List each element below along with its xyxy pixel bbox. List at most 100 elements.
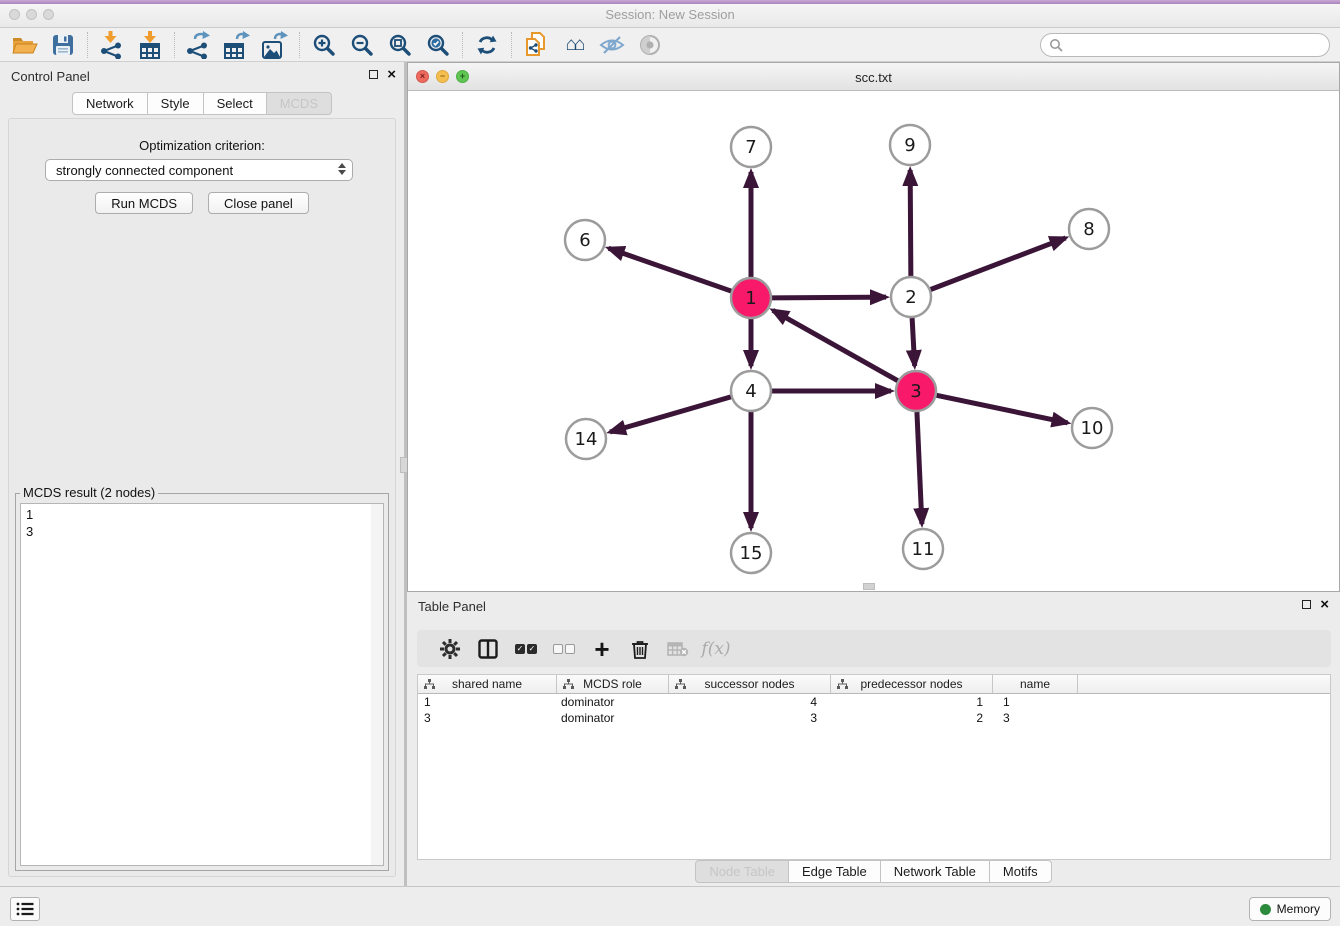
- clone-network-icon: [523, 31, 549, 59]
- column-header-shared-name[interactable]: shared name: [418, 675, 557, 693]
- tab-style[interactable]: Style: [148, 92, 204, 115]
- close-panel-button[interactable]: Close panel: [208, 192, 309, 214]
- column-header-successor-nodes[interactable]: successor nodes: [669, 675, 831, 693]
- run-mcds-button[interactable]: Run MCDS: [95, 192, 193, 214]
- search-box[interactable]: [1040, 33, 1330, 57]
- graph-node-11[interactable]: 11: [903, 529, 943, 569]
- zoom-in-button[interactable]: [305, 30, 343, 60]
- edge-1-2[interactable]: [772, 297, 886, 298]
- export-image-icon: [261, 31, 289, 59]
- cell-predecessor-nodes[interactable]: 1: [831, 694, 993, 710]
- apply-layout-button[interactable]: [468, 30, 506, 60]
- table-row[interactable]: 3 dominator 3 2 3: [418, 710, 1330, 726]
- column-header-mcds-role[interactable]: MCDS role: [557, 675, 669, 693]
- graph-node-9[interactable]: 9: [890, 125, 930, 165]
- network-canvas[interactable]: 7 9 6 8 1 2 4 3 14 10 15 11: [408, 91, 1339, 591]
- close-table-panel-icon[interactable]: ×: [1320, 599, 1329, 610]
- show-all-button[interactable]: [631, 30, 669, 60]
- open-file-button[interactable]: [6, 30, 44, 60]
- search-input[interactable]: [1068, 38, 1321, 52]
- tab-network-table[interactable]: Network Table: [881, 860, 990, 883]
- criterion-dropdown[interactable]: strongly connected component: [45, 159, 353, 181]
- function-builder-button[interactable]: f(x): [697, 634, 735, 664]
- deselect-all-button[interactable]: [545, 634, 583, 664]
- select-all-button[interactable]: ✓✓: [507, 634, 545, 664]
- delete-button[interactable]: [621, 634, 659, 664]
- horizontal-scrollbar-thumb[interactable]: [863, 583, 875, 590]
- graph-node-2[interactable]: 2: [891, 277, 931, 317]
- save-session-button[interactable]: [44, 30, 82, 60]
- tab-network[interactable]: Network: [72, 92, 148, 115]
- float-panel-icon[interactable]: [369, 70, 378, 79]
- graph-node-8[interactable]: 8: [1069, 209, 1109, 249]
- cell-successor-nodes[interactable]: 4: [669, 694, 831, 710]
- edge-1-6[interactable]: [609, 248, 732, 291]
- graph-node-7[interactable]: 7: [731, 127, 771, 167]
- graph-node-15[interactable]: 15: [731, 533, 771, 573]
- cell-predecessor-nodes[interactable]: 2: [831, 710, 993, 726]
- tab-edge-table[interactable]: Edge Table: [789, 860, 881, 883]
- export-network-button[interactable]: [180, 30, 218, 60]
- tab-select[interactable]: Select: [204, 92, 267, 115]
- show-columns-button[interactable]: [469, 634, 507, 664]
- graph-node-6[interactable]: 6: [565, 220, 605, 260]
- add-button[interactable]: +: [583, 634, 621, 664]
- home-button[interactable]: ⌂⌂: [555, 30, 593, 60]
- edge-2-8[interactable]: [931, 238, 1066, 290]
- mcds-result-group: MCDS result (2 nodes) 1 3: [15, 493, 389, 871]
- table-tabs: Node Table Edge Table Network Table Moti…: [407, 860, 1340, 883]
- svg-text:9: 9: [904, 135, 915, 156]
- dropdown-stepper-icon: [338, 163, 346, 175]
- memory-button[interactable]: Memory: [1249, 897, 1331, 921]
- cell-mcds-role[interactable]: dominator: [557, 694, 669, 710]
- tab-motifs[interactable]: Motifs: [990, 860, 1052, 883]
- graph-node-3[interactable]: 3: [896, 371, 936, 411]
- svg-text:4: 4: [745, 381, 756, 402]
- mcds-result-text[interactable]: 1 3: [20, 503, 384, 866]
- graph-node-14[interactable]: 14: [566, 419, 606, 459]
- zoom-selected-button[interactable]: [419, 30, 457, 60]
- tab-mcds[interactable]: MCDS: [267, 92, 332, 115]
- zoom-fit-button[interactable]: [381, 30, 419, 60]
- table-row[interactable]: 1 dominator 4 1 1: [418, 694, 1330, 710]
- task-history-button[interactable]: [10, 897, 40, 921]
- export-table-button[interactable]: [218, 30, 256, 60]
- float-table-panel-icon[interactable]: [1302, 600, 1311, 609]
- result-scrollbar[interactable]: [371, 504, 383, 865]
- import-table-button[interactable]: [131, 30, 169, 60]
- edge-4-14[interactable]: [610, 397, 731, 432]
- tab-node-table[interactable]: Node Table: [695, 860, 789, 883]
- clone-network-button[interactable]: [517, 30, 555, 60]
- houses-icon: ⌂⌂: [566, 35, 583, 54]
- cell-name[interactable]: 3: [993, 710, 1078, 726]
- column-header-predecessor-nodes[interactable]: predecessor nodes: [831, 675, 993, 693]
- column-header-name[interactable]: name: [993, 675, 1078, 693]
- eye-slash-icon: [599, 35, 625, 55]
- network-window-titlebar[interactable]: × − + scc.txt: [408, 63, 1339, 91]
- edge-2-9[interactable]: [910, 170, 911, 276]
- table-settings-button[interactable]: [431, 634, 469, 664]
- cell-shared-name[interactable]: 3: [418, 710, 557, 726]
- graph-node-10[interactable]: 10: [1072, 408, 1112, 448]
- cell-mcds-role[interactable]: dominator: [557, 710, 669, 726]
- edge-3-11[interactable]: [917, 412, 922, 524]
- edge-3-1[interactable]: [773, 310, 898, 380]
- plus-icon: +: [594, 638, 609, 660]
- graph-node-1[interactable]: 1: [731, 278, 771, 318]
- import-network-button[interactable]: [93, 30, 131, 60]
- export-image-button[interactable]: [256, 30, 294, 60]
- close-panel-icon[interactable]: ×: [387, 69, 396, 80]
- delete-table-icon: [667, 641, 689, 657]
- cell-shared-name[interactable]: 1: [418, 694, 557, 710]
- hide-selected-button[interactable]: [593, 30, 631, 60]
- zoom-out-button[interactable]: [343, 30, 381, 60]
- delete-table-button[interactable]: [659, 634, 697, 664]
- cell-name[interactable]: 1: [993, 694, 1078, 710]
- graph-node-4[interactable]: 4: [731, 371, 771, 411]
- save-icon: [52, 34, 74, 56]
- cell-successor-nodes[interactable]: 3: [669, 710, 831, 726]
- edge-3-10[interactable]: [937, 395, 1068, 423]
- tree-icon: [675, 679, 686, 690]
- edge-2-3[interactable]: [912, 318, 915, 366]
- network-window-title: scc.txt: [408, 70, 1339, 85]
